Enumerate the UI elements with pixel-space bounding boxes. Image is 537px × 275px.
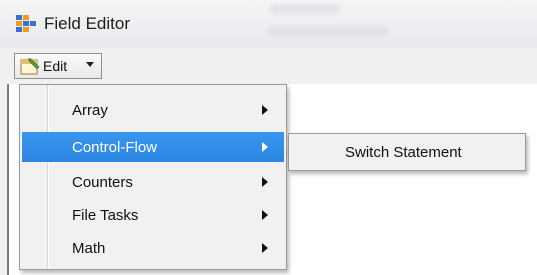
menu-item-label: File Tasks <box>72 207 139 224</box>
field-editor-app-icon <box>16 15 36 33</box>
menu-item-math[interactable]: Math <box>22 233 284 263</box>
blurred-background-text <box>268 26 388 36</box>
menu-item-file-tasks[interactable]: File Tasks <box>22 200 284 230</box>
chevron-right-icon <box>262 243 268 253</box>
edit-icon <box>20 57 40 76</box>
submenu-item-label: Switch Statement <box>345 144 462 161</box>
chevron-right-icon <box>262 105 268 115</box>
blurred-background-text <box>270 4 340 14</box>
window-title: Field Editor <box>44 14 130 33</box>
chevron-right-icon <box>262 142 268 152</box>
chevron-right-icon <box>262 210 268 220</box>
field-editor-window: Field Editor Edit Array Control-Flow Cou… <box>0 0 537 275</box>
toolbar: Edit <box>0 48 537 84</box>
control-flow-submenu: Switch Statement <box>288 133 526 171</box>
menu-item-counters[interactable]: Counters <box>22 167 284 197</box>
menu-item-label: Math <box>72 240 106 257</box>
edit-button-label: Edit <box>43 58 68 74</box>
chevron-right-icon <box>262 177 268 187</box>
menu-item-control-flow[interactable]: Control-Flow <box>22 132 284 162</box>
menu-item-label: Array <box>72 102 108 119</box>
menu-item-label: Control-Flow <box>72 139 158 156</box>
edit-dropdown-button[interactable]: Edit <box>14 53 102 79</box>
edit-dropdown-menu: Array Control-Flow Counters File Tasks M… <box>19 84 287 270</box>
title-bar: Field Editor <box>0 0 537 49</box>
menu-item-label: Counters <box>72 174 133 191</box>
submenu-item-switch-statement[interactable]: Switch Statement <box>291 136 523 168</box>
menu-item-array[interactable]: Array <box>22 95 284 125</box>
chevron-down-icon <box>86 62 94 67</box>
